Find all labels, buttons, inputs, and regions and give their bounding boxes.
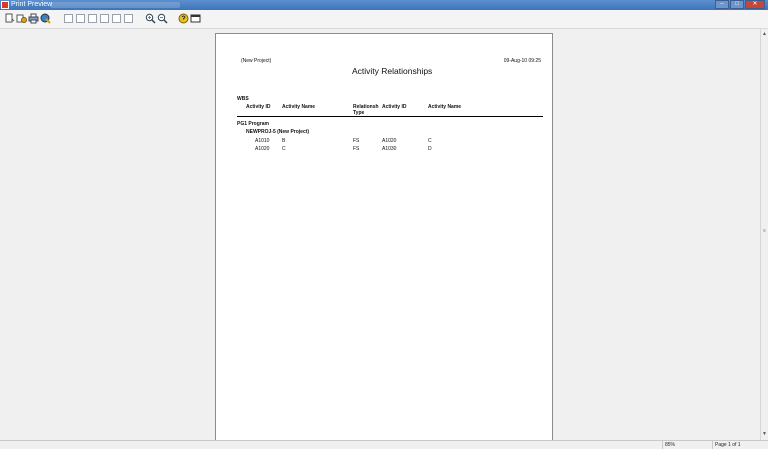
- last-page-icon[interactable]: [112, 14, 121, 23]
- zoom-out-icon[interactable]: [157, 13, 168, 24]
- toolbar: [0, 10, 768, 29]
- status-message: [0, 441, 662, 449]
- publish-icon[interactable]: [40, 13, 51, 24]
- row-1-id: A1010: [255, 138, 270, 144]
- col-succ-activity-name: Activity Name: [428, 104, 462, 110]
- report-page: (New Project) 09-Aug-10 09:25 Activity R…: [215, 33, 553, 445]
- report-header-left: (New Project): [241, 58, 272, 64]
- page-icon[interactable]: [88, 14, 97, 23]
- report-header-date: 09-Aug-10 09:25: [503, 58, 541, 64]
- row-2-id: A1020: [255, 146, 270, 152]
- page-setup-icon[interactable]: [4, 13, 15, 24]
- maximize-button[interactable]: □: [730, 0, 744, 9]
- scroll-grip-icon[interactable]: ≡: [762, 229, 767, 234]
- row-2-succ-name: D: [428, 146, 432, 152]
- col-activity-name: Activity Name: [282, 104, 316, 110]
- project-row: NEWPROJ-5 (New Project): [246, 129, 310, 135]
- status-page: Page 1 of 1: [712, 441, 768, 449]
- col-activity-id: Activity ID: [246, 104, 271, 110]
- report-title: Activity Relationships: [352, 66, 433, 76]
- close-button[interactable]: ✕: [745, 0, 765, 9]
- page-view-icon[interactable]: [124, 14, 133, 23]
- row-2-type: FS: [353, 146, 360, 152]
- previous-page-icon[interactable]: [76, 14, 85, 23]
- scroll-down-icon[interactable]: ▼: [761, 431, 768, 438]
- row-1-type: FS: [353, 138, 360, 144]
- zoom-in-icon[interactable]: [145, 13, 156, 24]
- app-icon: [1, 1, 9, 9]
- row-1-succ-id: A1020: [382, 138, 397, 144]
- vertical-scrollbar[interactable]: ▲ ≡ ▼: [760, 29, 768, 440]
- title-path-blurred: [50, 2, 180, 8]
- help-icon[interactable]: [178, 13, 189, 24]
- row-2-succ-id: A1030: [382, 146, 397, 152]
- print-options-icon[interactable]: [16, 13, 27, 24]
- first-page-icon[interactable]: [64, 14, 73, 23]
- title-bar: Print Preview – □ ✕: [0, 0, 768, 10]
- minimize-button[interactable]: –: [715, 0, 729, 9]
- row-2-name: C: [282, 146, 286, 152]
- program-row: PG1 Program: [237, 121, 269, 127]
- header-rule: [237, 116, 543, 117]
- scroll-up-icon[interactable]: ▲: [761, 31, 768, 38]
- col-succ-activity-id: Activity ID: [382, 104, 407, 110]
- window-title: Print Preview: [11, 1, 53, 8]
- next-page-icon[interactable]: [100, 14, 109, 23]
- close-preview-icon[interactable]: [190, 13, 201, 24]
- row-1-name: B: [282, 138, 286, 144]
- group-label: WBS: [237, 96, 249, 102]
- print-icon[interactable]: [28, 13, 39, 24]
- status-zoom: 85%: [662, 441, 712, 449]
- row-1-succ-name: C: [428, 138, 432, 144]
- status-bar: 85% Page 1 of 1: [0, 440, 768, 449]
